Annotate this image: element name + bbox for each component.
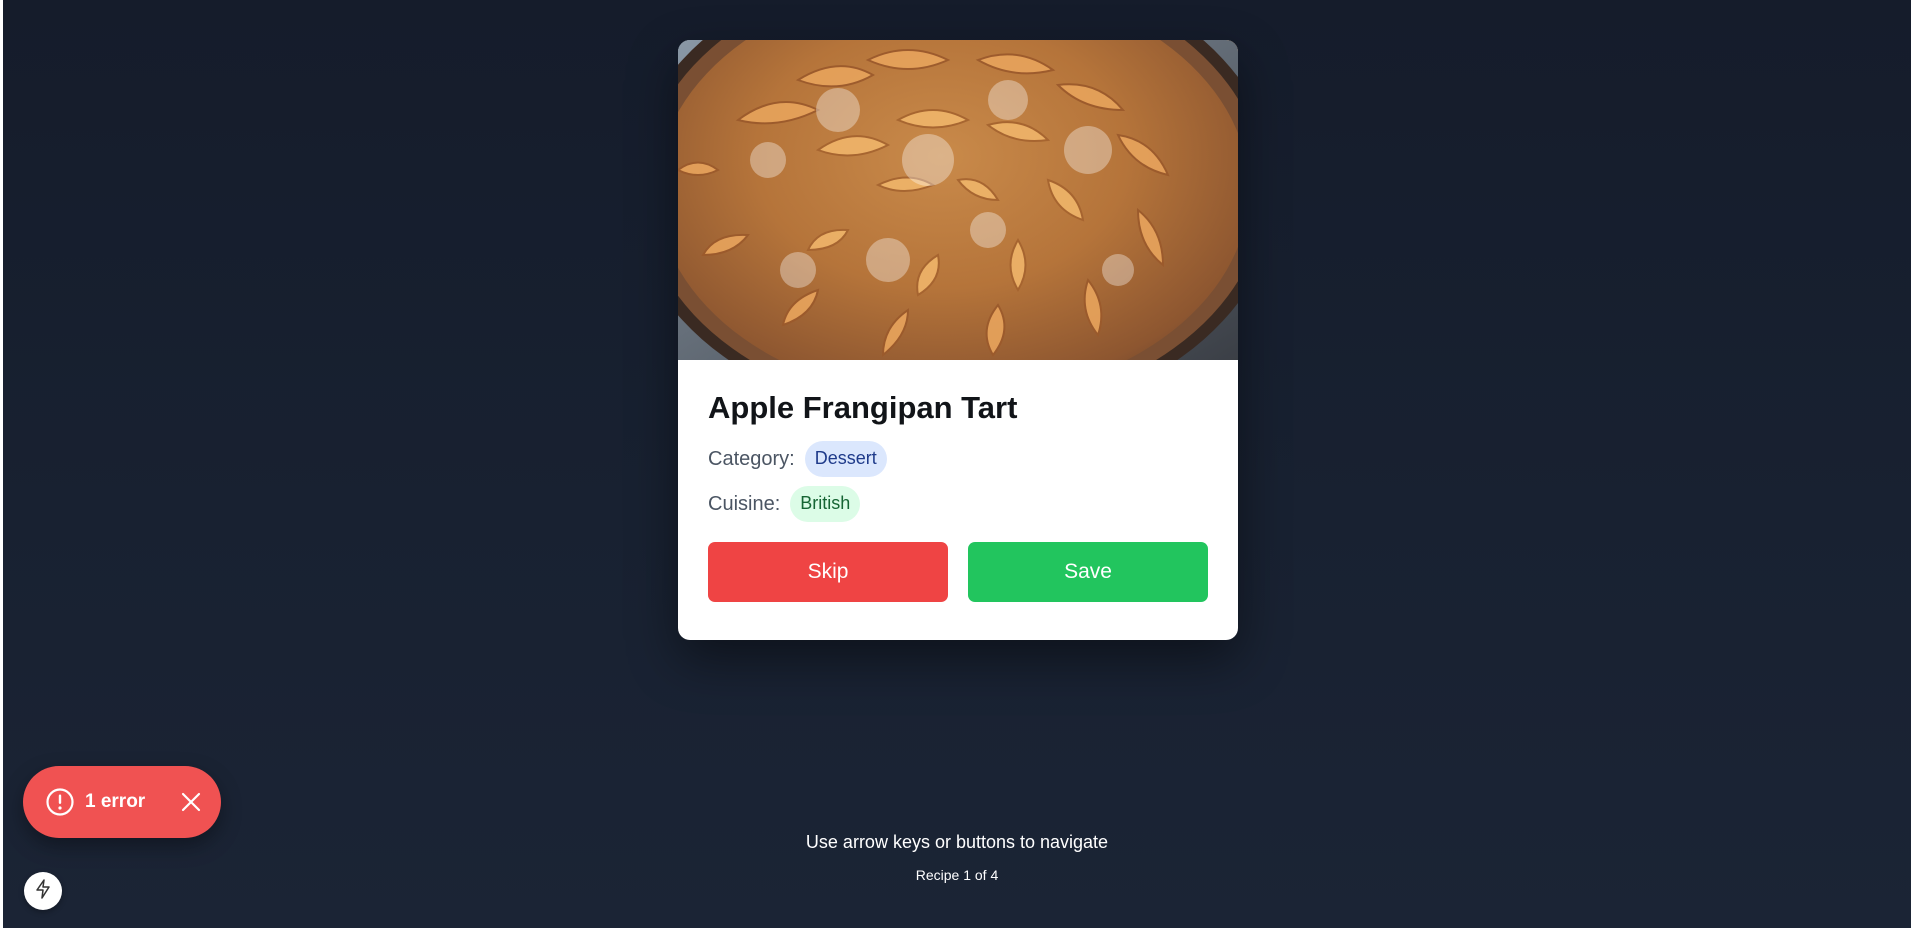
action-buttons: Skip Save [708, 542, 1208, 602]
recipe-title: Apple Frangipan Tart [708, 390, 1018, 425]
dev-tools-button[interactable] [24, 872, 62, 910]
recipe-image [678, 40, 1238, 360]
category-tag: Dessert [804, 441, 887, 477]
recipe-details: Apple Frangipan Tart Category: Dessert C… [678, 360, 1238, 632]
alert-circle-icon [45, 787, 75, 817]
error-count-label: 1 error [85, 791, 146, 812]
cuisine-tag: British [790, 486, 861, 522]
recipe-counter: Recipe 1 of 4 [915, 867, 999, 883]
navigation-hint: Use arrow keys or buttons to navigate [805, 832, 1109, 852]
category-label: Category: [708, 447, 795, 470]
tart-illustration [678, 40, 1238, 360]
error-toast[interactable]: 1 error [23, 766, 221, 838]
recipe-card: Apple Frangipan Tart Category: Dessert C… [678, 40, 1238, 640]
category-row: Category: Dessert [708, 441, 1208, 477]
save-button[interactable]: Save [968, 542, 1208, 602]
close-icon[interactable] [179, 790, 203, 814]
lightning-bolt-icon [34, 878, 52, 904]
app-background: Apple Frangipan Tart Category: Dessert C… [3, 0, 1911, 928]
cuisine-label: Cuisine: [708, 492, 781, 515]
cuisine-row: Cuisine: British [708, 486, 1208, 522]
skip-button[interactable]: Skip [708, 542, 948, 602]
